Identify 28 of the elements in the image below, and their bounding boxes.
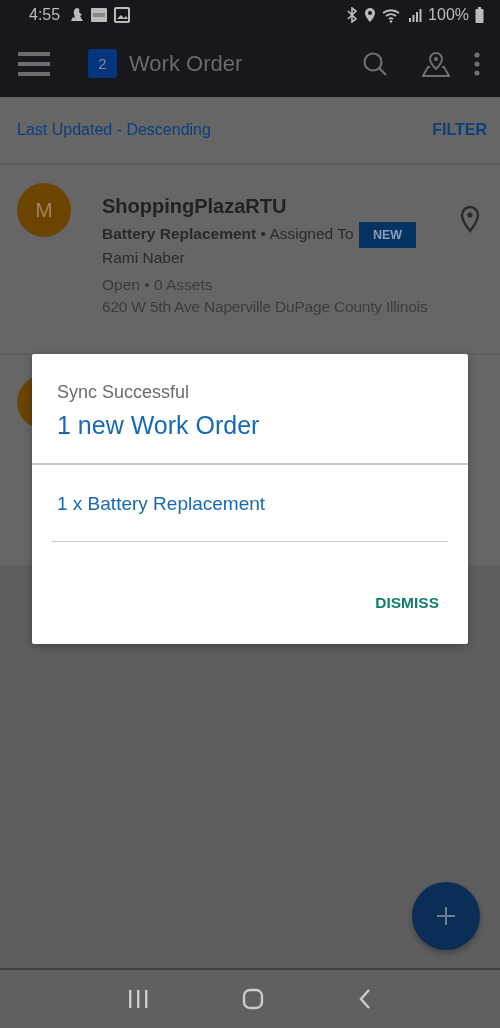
notification-icon [90, 7, 109, 23]
more-icon[interactable] [474, 51, 480, 76]
dismiss-button[interactable]: DISMISS [375, 594, 439, 612]
location-icon [364, 7, 377, 23]
image-icon [114, 7, 131, 23]
dialog-item: 1 x Battery Replacement [57, 493, 266, 514]
avatar: M [17, 183, 71, 237]
signal-icon [408, 7, 423, 23]
plus-icon [436, 906, 456, 926]
dialog-caption: Sync Successful [57, 382, 191, 403]
status-time: 4:55 [29, 6, 61, 24]
work-order-name: ShoppingPlazaRTU [102, 195, 288, 218]
bluetooth-icon [346, 7, 359, 23]
add-button[interactable] [412, 882, 480, 950]
battery-percent: 100% [428, 6, 469, 24]
dialog-title: 1 new Work Order [57, 411, 261, 440]
work-order-summary: Battery Replacement • Assigned To Rami Naber [102, 224, 355, 268]
screen-title: Work Order [129, 50, 243, 77]
battery-icon [475, 7, 484, 23]
menu-icon[interactable] [18, 50, 50, 77]
home-icon[interactable] [242, 988, 264, 1010]
recent-apps-icon[interactable] [126, 989, 149, 1009]
new-badge: NEW [359, 222, 417, 248]
map-pin-icon[interactable] [422, 50, 450, 77]
notification-icon [70, 7, 85, 23]
count-badge: 2 [88, 49, 117, 78]
search-icon[interactable] [362, 50, 388, 77]
location-pin-icon[interactable] [460, 205, 480, 233]
